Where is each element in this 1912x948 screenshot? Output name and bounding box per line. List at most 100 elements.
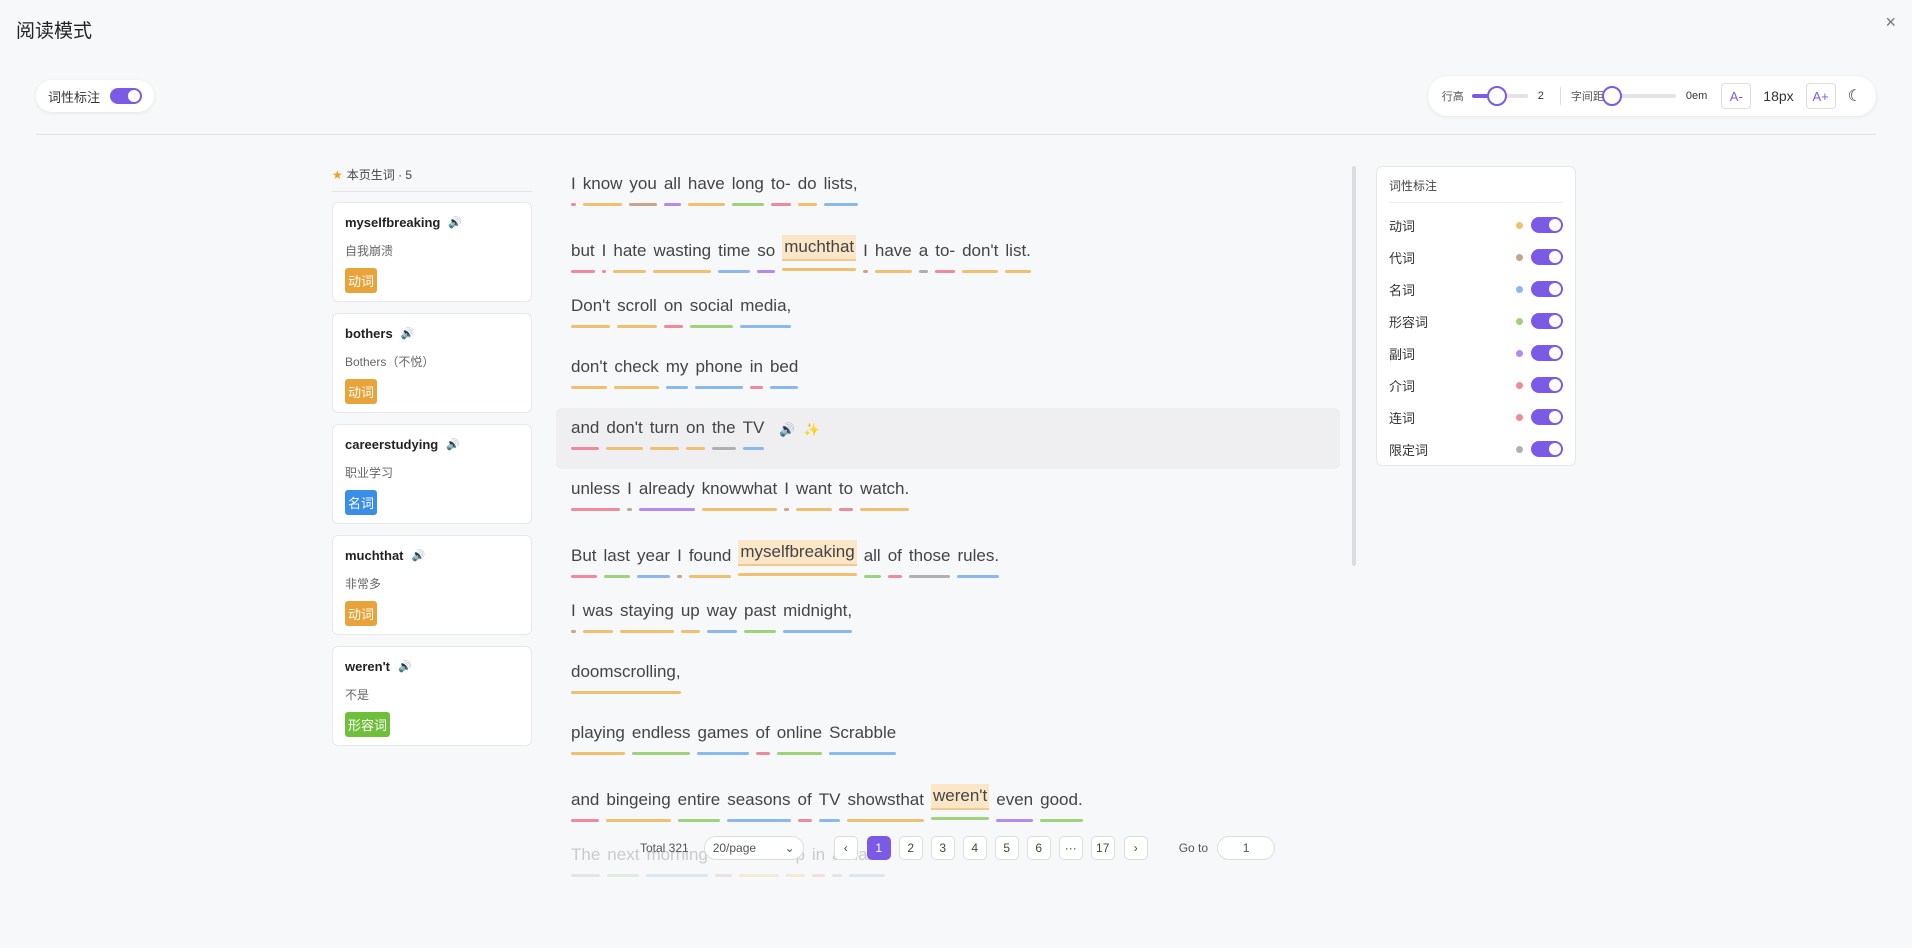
- reader-word[interactable]: on: [686, 418, 705, 450]
- reader-line[interactable]: Don't scroll on social media,: [556, 286, 1340, 347]
- reader-word[interactable]: I: [784, 479, 789, 511]
- vocab-card[interactable]: bothers 🔊 Bothers（不悦） 动词: [332, 313, 532, 413]
- reader-word[interactable]: TV: [742, 418, 765, 450]
- reader-line[interactable]: and bingeing entire seasons of TV showsthat wer…: [556, 774, 1340, 835]
- vocab-card[interactable]: careerstudying 🔊 职业学习 名词: [332, 424, 532, 524]
- reader-word[interactable]: playing: [571, 723, 625, 755]
- reader-word[interactable]: I: [601, 241, 607, 273]
- page-button[interactable]: 17: [1090, 836, 1115, 860]
- pos-toggle-switch[interactable]: [1531, 249, 1563, 265]
- page-button[interactable]: 6: [1026, 836, 1051, 860]
- reader-word[interactable]: Don't: [571, 296, 611, 328]
- reader-word[interactable]: showsthat: [847, 790, 924, 822]
- page-button[interactable]: 3: [930, 836, 955, 860]
- reader-word[interactable]: my: [665, 357, 689, 389]
- reader-word[interactable]: do: [797, 174, 817, 206]
- reader-word[interactable]: list.: [1005, 241, 1031, 273]
- reader-word[interactable]: know: [582, 174, 623, 206]
- reader-line[interactable]: But last year Ifound myselfbreaking all of thos…: [556, 530, 1340, 591]
- reader-word[interactable]: I: [677, 546, 682, 578]
- reader-word[interactable]: Scrabble: [829, 723, 897, 755]
- speaker-icon[interactable]: 🔊: [448, 216, 462, 229]
- reader-word[interactable]: of: [887, 546, 902, 578]
- dark-mode-icon[interactable]: ☾: [1848, 86, 1862, 106]
- reader-word[interactable]: time: [718, 241, 751, 273]
- reader-word[interactable]: way: [706, 601, 737, 633]
- next-page-button[interactable]: ›: [1123, 836, 1148, 860]
- reader-word[interactable]: watch.: [860, 479, 910, 511]
- reader-word[interactable]: don't: [606, 418, 643, 450]
- reader-word[interactable]: don't: [962, 241, 999, 273]
- reader-word[interactable]: online: [776, 723, 823, 755]
- reader-word[interactable]: endless: [631, 723, 691, 755]
- reader-word[interactable]: scroll: [617, 296, 657, 328]
- reader-word[interactable]: last: [603, 546, 630, 578]
- reader-word[interactable]: myselfbreaking: [738, 540, 857, 576]
- spacing-thumb[interactable]: [1601, 86, 1622, 106]
- reader-word[interactable]: don't: [571, 357, 608, 389]
- close-icon[interactable]: ×: [1885, 12, 1896, 33]
- goto-input[interactable]: 1: [1217, 836, 1276, 860]
- page-button[interactable]: 1: [866, 836, 891, 860]
- reader-word[interactable]: staying: [619, 601, 674, 633]
- reader-word[interactable]: rules.: [957, 546, 1000, 578]
- reader-word[interactable]: on: [663, 296, 683, 328]
- reader-word[interactable]: muchthat: [782, 235, 857, 271]
- pos-toggle-switch[interactable]: [1531, 281, 1563, 297]
- page-button[interactable]: 5: [994, 836, 1019, 860]
- reader-word[interactable]: I: [863, 241, 868, 273]
- reader-word[interactable]: you: [629, 174, 657, 206]
- reader-word[interactable]: to-: [935, 241, 956, 273]
- reader-line[interactable]: but Ihate wasting time so muchthat Ihave a to-do…: [556, 225, 1340, 286]
- reader-word[interactable]: I: [627, 479, 632, 511]
- reader-word[interactable]: doomscrolling,: [571, 662, 681, 694]
- speaker-icon[interactable]: 🔊: [412, 549, 426, 562]
- page-button[interactable]: 4: [962, 836, 987, 860]
- reader-word[interactable]: to: [838, 479, 854, 511]
- reader-word[interactable]: knowwhat: [701, 479, 778, 511]
- reader-word[interactable]: want: [795, 479, 832, 511]
- reader-word[interactable]: and: [571, 790, 600, 822]
- reader-word[interactable]: have: [874, 241, 912, 273]
- reader-word[interactable]: those: [908, 546, 951, 578]
- page-button[interactable]: ···: [1058, 836, 1083, 860]
- reader-word[interactable]: to-: [770, 174, 791, 206]
- speaker-icon[interactable]: 🔊: [779, 422, 795, 438]
- reader-word[interactable]: phone: [695, 357, 743, 389]
- reader-word[interactable]: already: [638, 479, 695, 511]
- reader-word[interactable]: in: [749, 357, 763, 389]
- reader-word[interactable]: was: [582, 601, 613, 633]
- reader-word[interactable]: next: [607, 845, 640, 877]
- page-button[interactable]: 2: [898, 836, 923, 860]
- reader-word[interactable]: weren't: [930, 784, 990, 820]
- reader-word[interactable]: a: [918, 241, 929, 273]
- font-decrease-button[interactable]: A-: [1721, 83, 1752, 109]
- reader-word[interactable]: But: [571, 546, 597, 578]
- reader-line[interactable]: unless Ialready knowwhat Iwant to watch.: [556, 469, 1340, 530]
- reader-word[interactable]: good.: [1040, 790, 1083, 822]
- pos-toggle-switch[interactable]: [110, 88, 143, 104]
- reader-word[interactable]: have: [687, 174, 725, 206]
- pos-toggle-switch[interactable]: [1531, 441, 1563, 457]
- reader-word[interactable]: so: [757, 241, 776, 273]
- reader-word[interactable]: games: [697, 723, 749, 755]
- reader-word[interactable]: The: [571, 845, 601, 877]
- reader-scrollbar[interactable]: [1352, 166, 1356, 566]
- reader-word[interactable]: entire: [677, 790, 721, 822]
- reader-word[interactable]: of: [797, 790, 812, 822]
- reader-word[interactable]: up: [680, 601, 700, 633]
- reader-word[interactable]: even: [996, 790, 1034, 822]
- vocab-card[interactable]: muchthat 🔊 非常多 动词: [332, 535, 532, 635]
- reader-line[interactable]: Iwas staying up way past midnight,: [556, 591, 1340, 652]
- pos-toggle-switch[interactable]: [1531, 217, 1563, 233]
- page-size-select[interactable]: 20/page ⌄: [703, 836, 804, 860]
- pos-toggle-switch[interactable]: [1531, 377, 1563, 393]
- reader-word[interactable]: midnight,: [783, 601, 853, 633]
- speaker-icon[interactable]: 🔊: [446, 438, 460, 451]
- reader-line[interactable]: and don't turn on the TV 🔊 ✨: [556, 408, 1340, 469]
- prev-page-button[interactable]: ‹: [833, 836, 858, 860]
- reader-word[interactable]: lists,: [823, 174, 858, 206]
- reader-word[interactable]: social: [689, 296, 734, 328]
- reader-word[interactable]: but: [571, 241, 595, 273]
- reader-line[interactable]: playing endless games of online Scrabble: [556, 713, 1340, 774]
